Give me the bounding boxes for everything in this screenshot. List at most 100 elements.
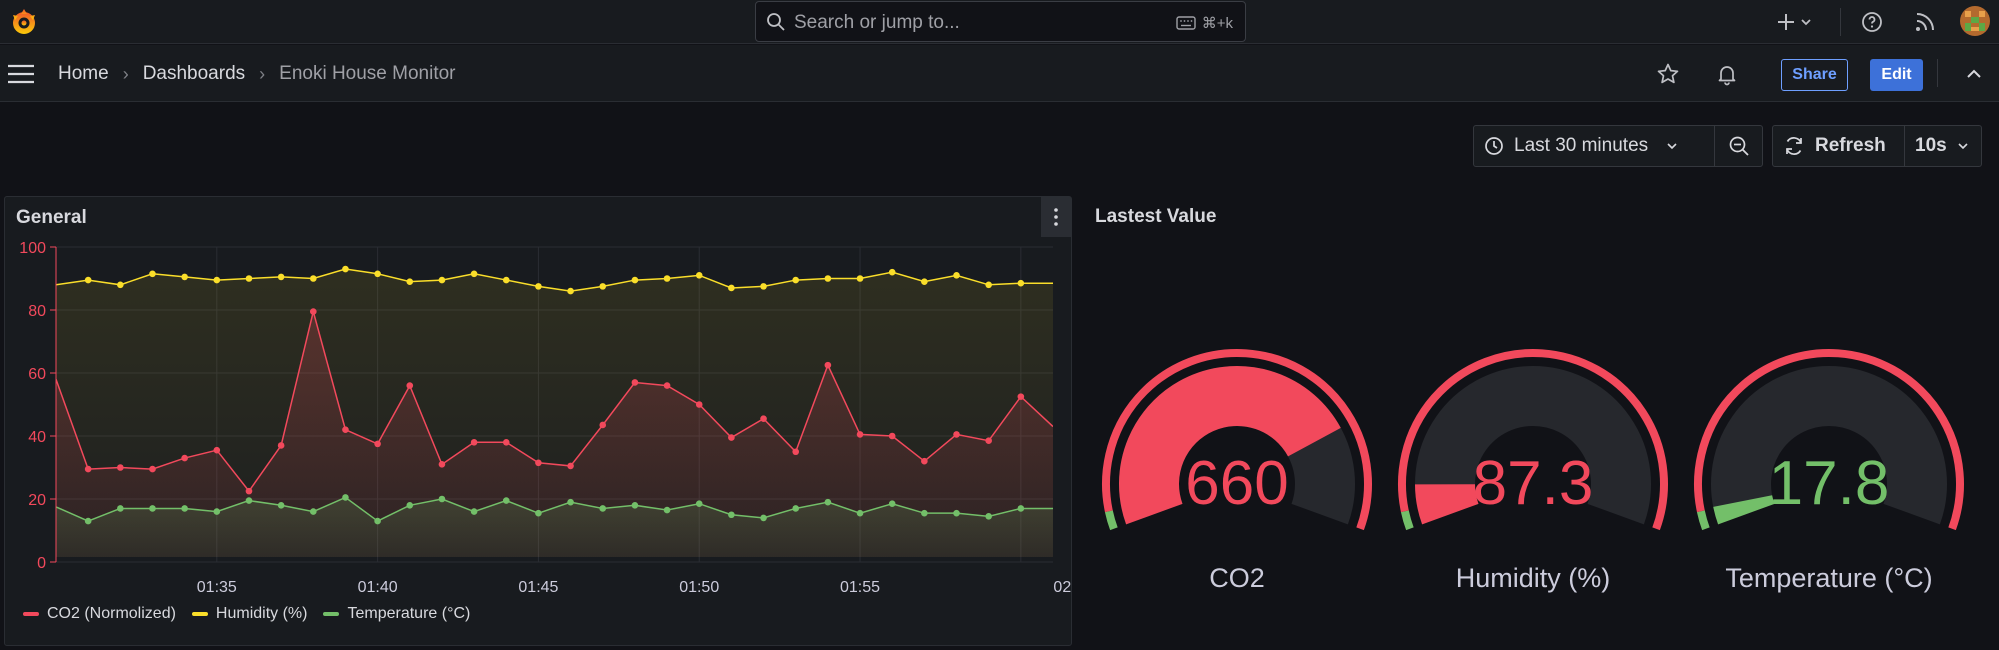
data-point	[535, 459, 542, 467]
data-point	[695, 272, 703, 279]
data-point	[309, 308, 317, 315]
data-point	[824, 498, 832, 506]
data-point	[535, 283, 542, 290]
data-point	[181, 505, 188, 512]
data-point	[760, 283, 767, 290]
data-point	[470, 508, 478, 515]
data-point	[117, 464, 124, 471]
zoom-out-button[interactable]	[1715, 126, 1762, 166]
search-bar[interactable]: Search or jump to... ⌘+k	[755, 1, 1246, 42]
edit-button[interactable]: Edit	[1870, 59, 1923, 91]
user-avatar-icon	[1960, 6, 1990, 36]
data-point	[535, 509, 542, 517]
data-point	[181, 454, 188, 462]
data-point	[760, 514, 767, 522]
gauge[interactable]: 87.3 Humidity (%)	[1398, 349, 1668, 593]
data-point	[631, 276, 639, 284]
chevron-down-icon	[1667, 143, 1677, 150]
data-point	[438, 461, 446, 468]
data-point	[438, 495, 446, 503]
chevron-up-icon[interactable]	[1962, 62, 1986, 86]
y-tick-label: 20	[28, 492, 46, 509]
data-point	[374, 270, 381, 278]
data-point	[502, 497, 510, 504]
data-point	[374, 517, 381, 525]
data-point	[567, 498, 574, 506]
data-point	[502, 439, 510, 446]
legend-item[interactable]: Humidity (%)	[191, 605, 308, 623]
gauge-value: 17.8	[1769, 449, 1890, 518]
data-point	[728, 511, 735, 519]
avatar[interactable]	[1960, 6, 1990, 36]
refresh-interval-dropdown[interactable]: 10s	[1905, 126, 1981, 166]
share-button[interactable]: Share	[1781, 59, 1848, 91]
y-axis: 0 20 40 60 80 100	[19, 240, 57, 572]
legend-label: Temperature (°C)	[347, 605, 471, 622]
top-bar: Search or jump to... ⌘+k	[0, 0, 1999, 44]
new-plus-dropdown-icon[interactable]	[1777, 10, 1817, 34]
data-point	[599, 505, 607, 512]
data-point	[953, 431, 960, 438]
time-range-button[interactable]: Last 30 minutes	[1474, 126, 1715, 166]
data-point	[84, 465, 92, 473]
gauge-row: 660 CO2 87.3 Humidity (%) 17.8 Temperature (°…	[1102, 349, 1964, 593]
data-point	[792, 505, 800, 512]
keyboard-icon	[1176, 16, 1196, 30]
grafana-logo-icon[interactable]	[8, 6, 40, 38]
data-point	[149, 505, 156, 512]
data-point	[277, 442, 285, 449]
data-point	[599, 421, 607, 429]
data-point	[213, 446, 221, 454]
shortcut-text: ⌘+k	[1201, 15, 1233, 32]
data-point	[921, 457, 928, 465]
legend-item[interactable]: Temperature (°C)	[323, 605, 470, 623]
data-point	[888, 268, 896, 276]
refresh-button[interactable]: Refresh	[1773, 126, 1905, 166]
data-point	[663, 506, 671, 514]
data-point	[567, 462, 574, 470]
help-icon[interactable]	[1860, 10, 1884, 34]
data-point	[985, 513, 992, 520]
data-point	[695, 401, 703, 408]
breadcrumb-current: Enoki House Monitor	[279, 63, 456, 84]
refresh-label: Refresh	[1815, 135, 1886, 156]
data-point	[567, 287, 574, 295]
gauge[interactable]: 660 CO2	[1102, 349, 1372, 593]
data-point	[117, 505, 124, 512]
data-point	[406, 382, 414, 389]
divider	[1840, 8, 1841, 36]
gauge[interactable]: 17.8 Temperature (°C)	[1694, 349, 1964, 593]
gauge-value-fill	[1415, 482, 1479, 525]
data-point	[245, 275, 253, 282]
data-point	[84, 276, 92, 284]
legend-item[interactable]: CO2 (Normolized)	[23, 605, 176, 623]
data-point	[213, 508, 221, 515]
time-range-picker: Last 30 minutes	[1473, 125, 1763, 167]
data-point	[149, 465, 156, 473]
menu-icon[interactable]	[8, 63, 34, 85]
data-point	[342, 494, 349, 501]
chart-legend: CO2 (Normolized) Humidity (%) Temperature …	[23, 605, 470, 623]
breadcrumb-dashboards[interactable]: Dashboards	[143, 63, 245, 85]
time-series-chart[interactable]: 0 20 40 60 80 100 01:35 01:40 01:45 01:50 01:55 02…	[5, 197, 1071, 597]
breadcrumb-home[interactable]: Home	[58, 63, 109, 85]
x-tick-label: 01:50	[679, 579, 719, 596]
data-point	[985, 437, 992, 445]
legend-swatch	[323, 612, 340, 616]
data-point	[470, 439, 478, 446]
bell-icon[interactable]	[1715, 62, 1739, 86]
data-point	[824, 275, 832, 282]
data-point	[792, 448, 800, 456]
gauge-label: Humidity (%)	[1456, 563, 1611, 593]
data-point	[406, 502, 414, 509]
star-icon[interactable]	[1656, 62, 1680, 86]
news-rss-icon[interactable]	[1913, 10, 1937, 34]
clock-icon	[1485, 137, 1503, 155]
data-point	[309, 508, 317, 515]
legend-label: Humidity (%)	[215, 605, 308, 622]
gauge-label: CO2	[1209, 563, 1265, 593]
data-point	[342, 265, 349, 273]
gauge-value: 87.3	[1473, 449, 1594, 518]
x-tick-label: 01:40	[358, 579, 398, 596]
data-point	[663, 382, 671, 389]
